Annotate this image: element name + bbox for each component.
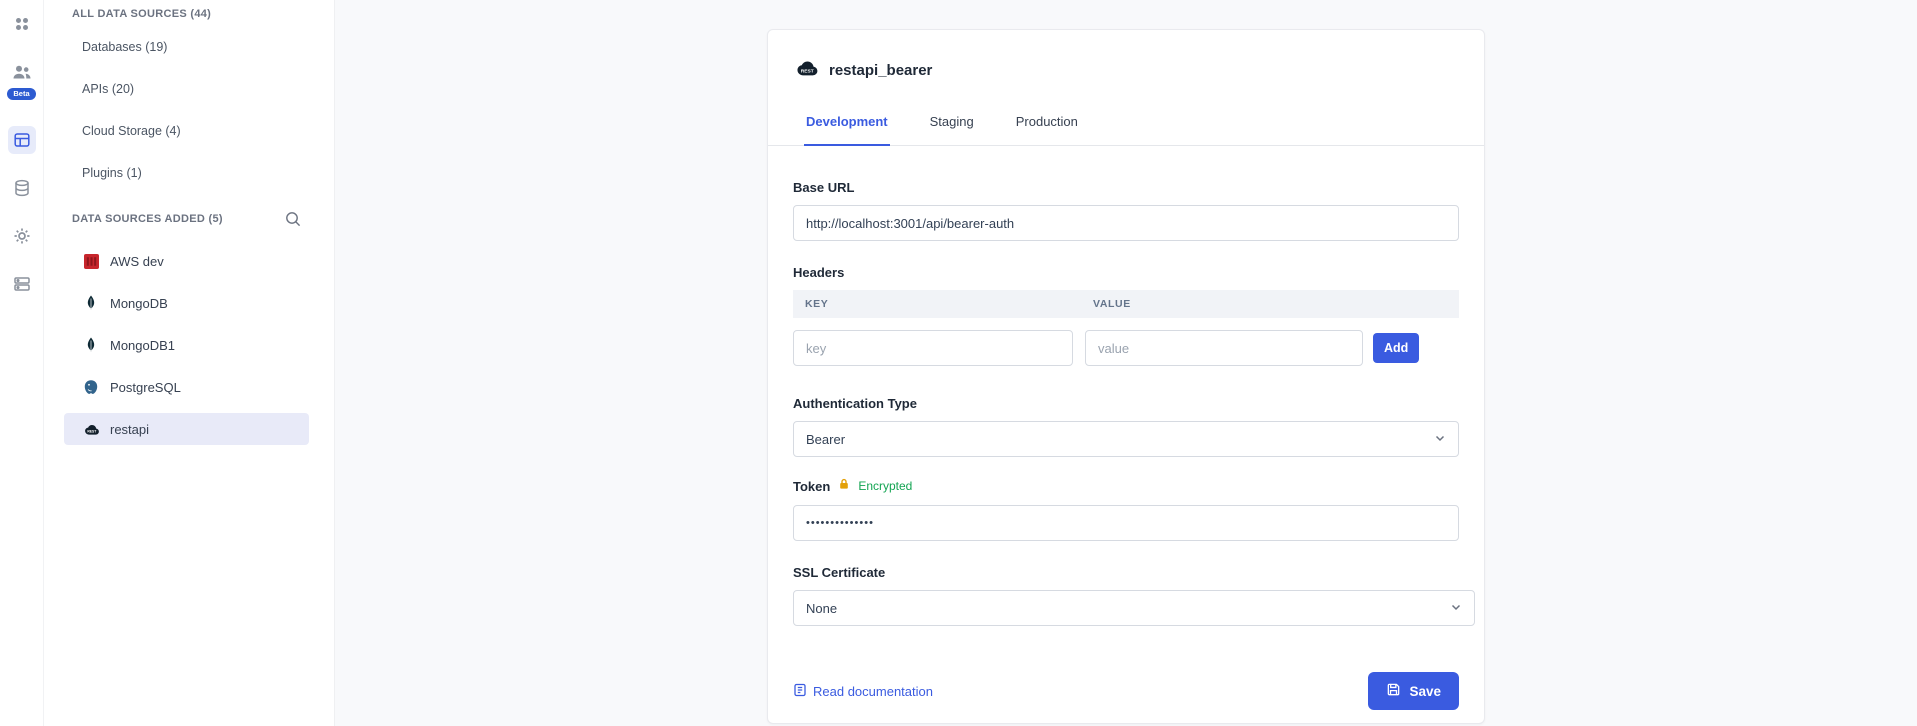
ssl-value: None xyxy=(806,601,837,616)
sidebar-item-databases[interactable]: Databases (19) xyxy=(44,26,334,68)
datasources-sidebar: ALL DATA SOURCES (44) Databases (19) API… xyxy=(44,0,335,726)
token-section: Token Encrypted xyxy=(793,477,1459,541)
header-key-input[interactable] xyxy=(793,330,1073,366)
card-footer: Read documentation Save xyxy=(793,672,1459,710)
token-label-row: Token Encrypted xyxy=(793,477,1459,495)
save-icon xyxy=(1386,682,1401,700)
sidebar-item-mongodb[interactable]: MongoDB xyxy=(44,282,334,324)
datasources-added-label: DATA SOURCES ADDED (5) xyxy=(72,213,223,225)
header-value-input[interactable] xyxy=(1085,330,1363,366)
tab-production[interactable]: Production xyxy=(1014,106,1080,145)
sidebar-item-mongodb1[interactable]: MongoDB1 xyxy=(44,324,334,366)
datasource-label: MongoDB xyxy=(110,296,168,311)
chevron-down-icon xyxy=(1434,432,1446,447)
sidebar-item-aws-dev[interactable]: AWS dev xyxy=(44,240,334,282)
datasources-added-header: DATA SOURCES ADDED (5) xyxy=(44,198,334,240)
svg-text:REST: REST xyxy=(87,429,97,433)
environment-tabs: Development Staging Production xyxy=(768,106,1484,146)
card-header: REST restapi_bearer xyxy=(793,30,1459,84)
value-column-header: VALUE xyxy=(1085,298,1131,310)
icon-rail: Beta xyxy=(0,0,44,726)
document-icon xyxy=(793,683,807,700)
mongodb-icon xyxy=(82,295,100,311)
headers-label: Headers xyxy=(793,265,1459,280)
main-content: REST restapi_bearer Development Staging … xyxy=(335,0,1917,726)
restapi-icon: REST xyxy=(793,59,819,82)
ssl-label: SSL Certificate xyxy=(793,565,1459,580)
settings-gear-icon[interactable] xyxy=(10,224,34,248)
svg-text:REST: REST xyxy=(801,68,814,74)
datasource-label: AWS dev xyxy=(110,254,164,269)
sidebar-item-restapi[interactable]: REST restapi xyxy=(44,408,334,450)
headers-input-row: Add xyxy=(793,330,1459,366)
app-root: Beta ALL xyxy=(0,0,1917,726)
base-url-input[interactable] xyxy=(793,205,1459,241)
mongodb-icon xyxy=(82,337,100,353)
ssl-section: SSL Certificate None xyxy=(793,565,1459,626)
headers-table-head: KEY VALUE xyxy=(793,290,1459,318)
datasource-config-card: REST restapi_bearer Development Staging … xyxy=(767,29,1485,724)
restapi-icon: REST xyxy=(82,421,100,437)
postgresql-icon xyxy=(82,379,100,395)
auth-type-value: Bearer xyxy=(806,432,845,447)
auth-type-section: Authentication Type Bearer xyxy=(793,396,1459,457)
key-column-header: KEY xyxy=(793,298,1085,310)
datasource-label: MongoDB1 xyxy=(110,338,175,353)
sidebar-item-cloud-storage[interactable]: Cloud Storage (4) xyxy=(44,110,334,152)
apps-grid-icon[interactable] xyxy=(10,12,34,36)
lock-icon xyxy=(838,477,850,495)
page-title: restapi_bearer xyxy=(829,62,932,79)
tab-staging[interactable]: Staging xyxy=(928,106,976,145)
tab-development[interactable]: Development xyxy=(804,106,890,146)
token-label: Token xyxy=(793,479,830,494)
encrypted-badge: Encrypted xyxy=(858,479,912,493)
datasource-label: restapi xyxy=(110,422,149,437)
all-datasources-header: ALL DATA SOURCES (44) xyxy=(44,2,334,26)
users-icon[interactable] xyxy=(10,60,34,84)
base-url-section: Base URL xyxy=(793,180,1459,241)
auth-type-select[interactable]: Bearer xyxy=(793,421,1459,457)
queries-icon[interactable] xyxy=(10,176,34,200)
search-icon[interactable] xyxy=(280,206,306,232)
ssl-certificate-select[interactable]: None xyxy=(793,590,1475,626)
sidebar-item-plugins[interactable]: Plugins (1) xyxy=(44,152,334,194)
add-header-button[interactable]: Add xyxy=(1373,333,1419,363)
beta-badge: Beta xyxy=(7,88,35,100)
chevron-down-icon xyxy=(1450,601,1462,616)
sidebar-item-postgresql[interactable]: PostgreSQL xyxy=(44,366,334,408)
datasources-icon[interactable] xyxy=(8,126,36,154)
read-documentation-label: Read documentation xyxy=(813,684,933,699)
base-url-label: Base URL xyxy=(793,180,1459,195)
token-input[interactable] xyxy=(793,505,1459,541)
headers-section: Headers KEY VALUE Add xyxy=(793,265,1459,366)
read-documentation-link[interactable]: Read documentation xyxy=(793,683,933,700)
aws-icon xyxy=(82,253,100,269)
save-button-label: Save xyxy=(1409,684,1441,699)
auth-type-label: Authentication Type xyxy=(793,396,1459,411)
datasource-label: PostgreSQL xyxy=(110,380,181,395)
sidebar-item-apis[interactable]: APIs (20) xyxy=(44,68,334,110)
storage-icon[interactable] xyxy=(10,272,34,296)
save-button[interactable]: Save xyxy=(1368,672,1459,710)
